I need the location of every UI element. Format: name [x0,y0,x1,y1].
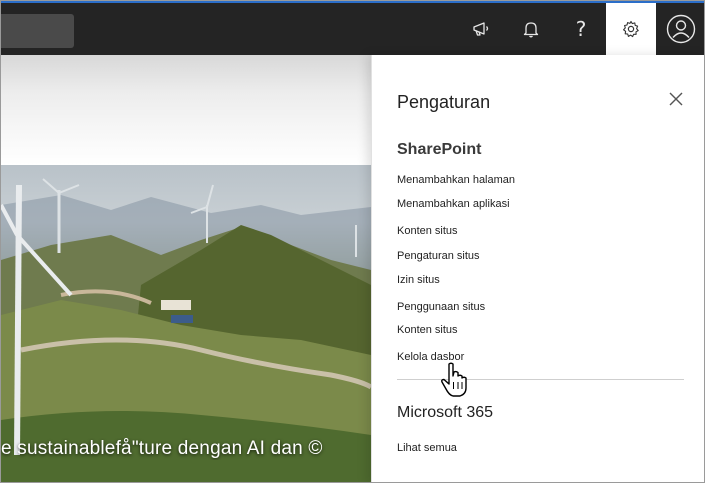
m365-heading: Microsoft 365 [397,404,494,421]
app-window: ? e sustainablefå"ture dengan AI dan © P… [0,0,705,483]
site-permissions-link[interactable]: Izin situs [397,274,440,286]
site-contents-link-2[interactable]: Konten situs [397,324,458,336]
help-icon[interactable]: ? [556,3,606,55]
close-button[interactable] [665,88,687,110]
avatar-icon[interactable] [656,3,704,55]
site-settings-link[interactable]: Pengaturan situs [397,250,480,262]
hero-banner-top [1,55,371,165]
search-box[interactable] [1,14,74,48]
settings-panel: Pengaturan SharePoint Menambahkan halama… [371,55,704,482]
suite-bar: ? [1,1,704,55]
panel-title: Pengaturan [397,92,491,112]
megaphone-icon[interactable] [456,3,506,55]
page-content: e sustainablefå"ture dengan AI dan © [1,55,371,482]
hero-caption[interactable]: e sustainablefå"ture dengan AI dan © [1,438,371,460]
gear-icon[interactable] [606,3,656,55]
close-icon [669,92,683,106]
bell-icon[interactable] [506,3,556,55]
help-glyph: ? [575,17,587,41]
hand-cursor-icon [441,362,467,397]
add-page-link[interactable]: Menambahkan halaman [397,174,515,186]
see-all-link[interactable]: Lihat semua [397,442,457,454]
sharepoint-heading: SharePoint [397,141,482,158]
site-contents-link[interactable]: Konten situs [397,225,458,237]
hero-image[interactable]: e sustainablefå"ture dengan AI dan © [1,165,371,482]
site-usage-link[interactable]: Penggunaan situs [397,301,485,313]
add-app-link[interactable]: Menambahkan aplikasi [397,198,510,210]
